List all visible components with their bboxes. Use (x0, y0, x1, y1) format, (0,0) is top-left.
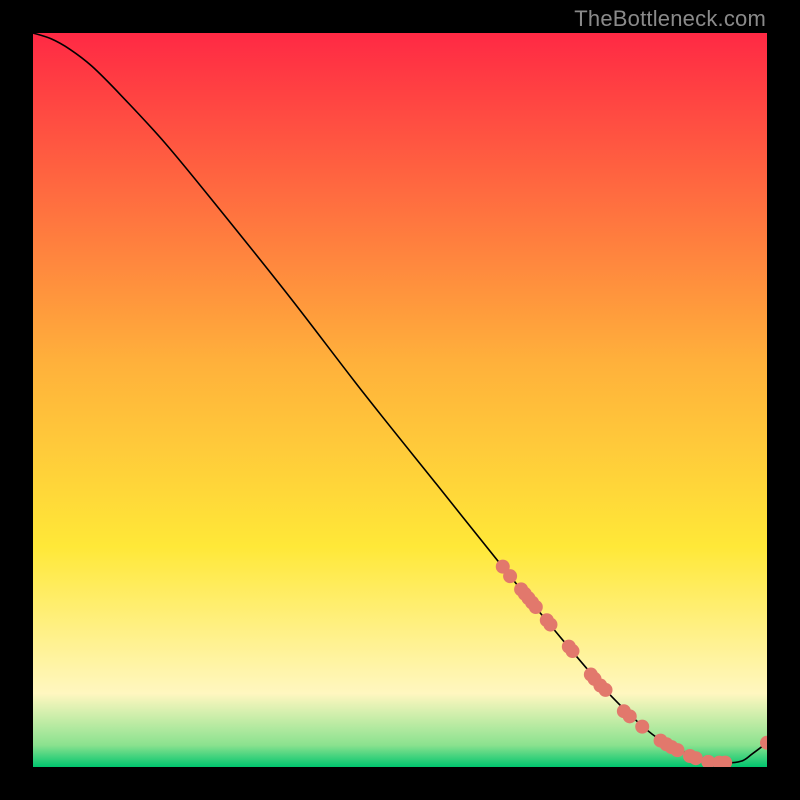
chart-container: TheBottleneck.com (0, 0, 800, 800)
marker-dot (565, 644, 579, 658)
watermark-label: TheBottleneck.com (574, 6, 766, 32)
marker-dot (529, 600, 543, 614)
marker-dot (670, 743, 684, 757)
marker-dot (503, 569, 517, 583)
marker-dot (689, 751, 703, 765)
marker-dot (635, 720, 649, 734)
marker-dot (623, 709, 637, 723)
marker-dot (599, 683, 613, 697)
chart-plot (33, 33, 767, 767)
marker-dot (543, 618, 557, 632)
gradient-background (33, 33, 767, 767)
